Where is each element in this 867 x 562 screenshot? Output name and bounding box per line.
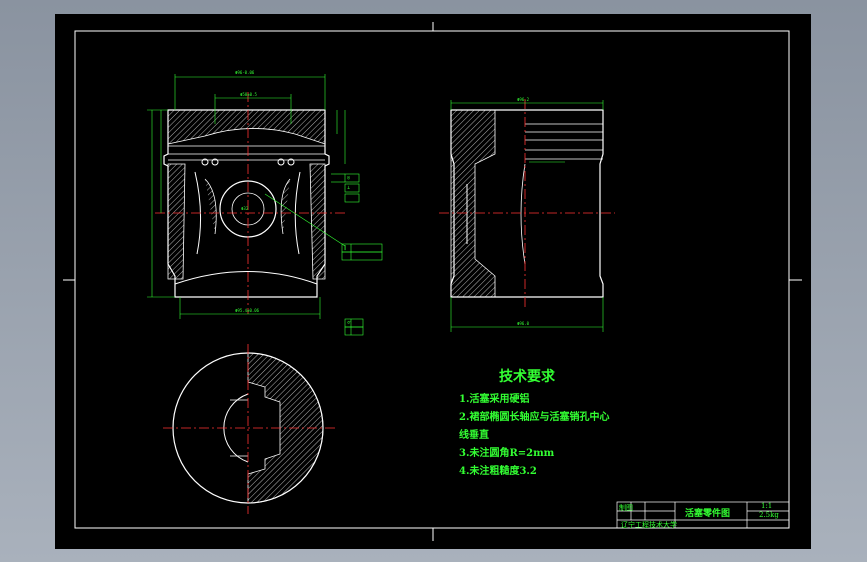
school-name: 辽宁工程技术大学	[621, 521, 677, 529]
tech-req-item-5: 4.未注粗糙度3.2	[459, 466, 537, 477]
title-block-row1-label: 制图	[619, 504, 633, 512]
svg-text:Φ96.2: Φ96.2	[517, 97, 530, 102]
mass: 2.5kg	[759, 511, 779, 519]
svg-text:Φ58±0.5: Φ58±0.5	[240, 92, 257, 97]
ring-grooves	[168, 145, 325, 161]
gdt-symbol-a: ◎	[347, 175, 351, 181]
outer-frame	[74, 30, 790, 529]
drawing-name: 活塞零件图	[685, 509, 731, 519]
svg-text:Φ96-0.06: Φ96-0.06	[235, 70, 255, 75]
crown-hatch	[167, 109, 326, 145]
gdt-frames-right	[341, 173, 383, 336]
tech-req-item-4: 3.未注圆角R=2mm	[459, 448, 555, 459]
side-view: Φ96.2 Φ96.0	[439, 97, 615, 332]
skirt-arc	[174, 271, 318, 285]
svg-text:Φ96.0: Φ96.0	[517, 321, 530, 326]
drawing-sheet: Φ96-0.06 Φ58±0.5 Φ95.4±0.06 Φ32 Φ96.2 Φ9…	[55, 14, 811, 549]
front-section-view: Φ96-0.06 Φ58±0.5 Φ95.4±0.06 Φ32	[147, 70, 383, 336]
gdt-symbol-c: ∥	[344, 245, 347, 251]
tech-req-item-1: 1.活塞采用硬铝	[459, 394, 530, 405]
cad-drawing: Φ96-0.06 Φ58±0.5 Φ95.4±0.06 Φ32 Φ96.2 Φ9…	[63, 22, 802, 541]
svg-text:Φ32: Φ32	[241, 206, 249, 211]
side-ring-lands	[525, 109, 603, 160]
left-wall-hatch	[167, 163, 186, 280]
top-view	[163, 344, 335, 514]
gdt-symbol-d: ⌭	[347, 320, 351, 326]
gdt-symbol-b: ⊥	[347, 185, 351, 191]
svg-text:Φ95.4±0.06: Φ95.4±0.06	[235, 308, 260, 313]
tech-req-item-2: 2.裙部椭圆长轴应与活塞销孔中心	[459, 412, 610, 423]
tech-req-item-3: 线垂直	[459, 430, 489, 441]
side-hatch	[450, 109, 496, 298]
right-wall-hatch	[309, 163, 326, 280]
tech-requirements-title: 技术要求	[499, 369, 555, 385]
scale: 1:1	[761, 502, 773, 510]
